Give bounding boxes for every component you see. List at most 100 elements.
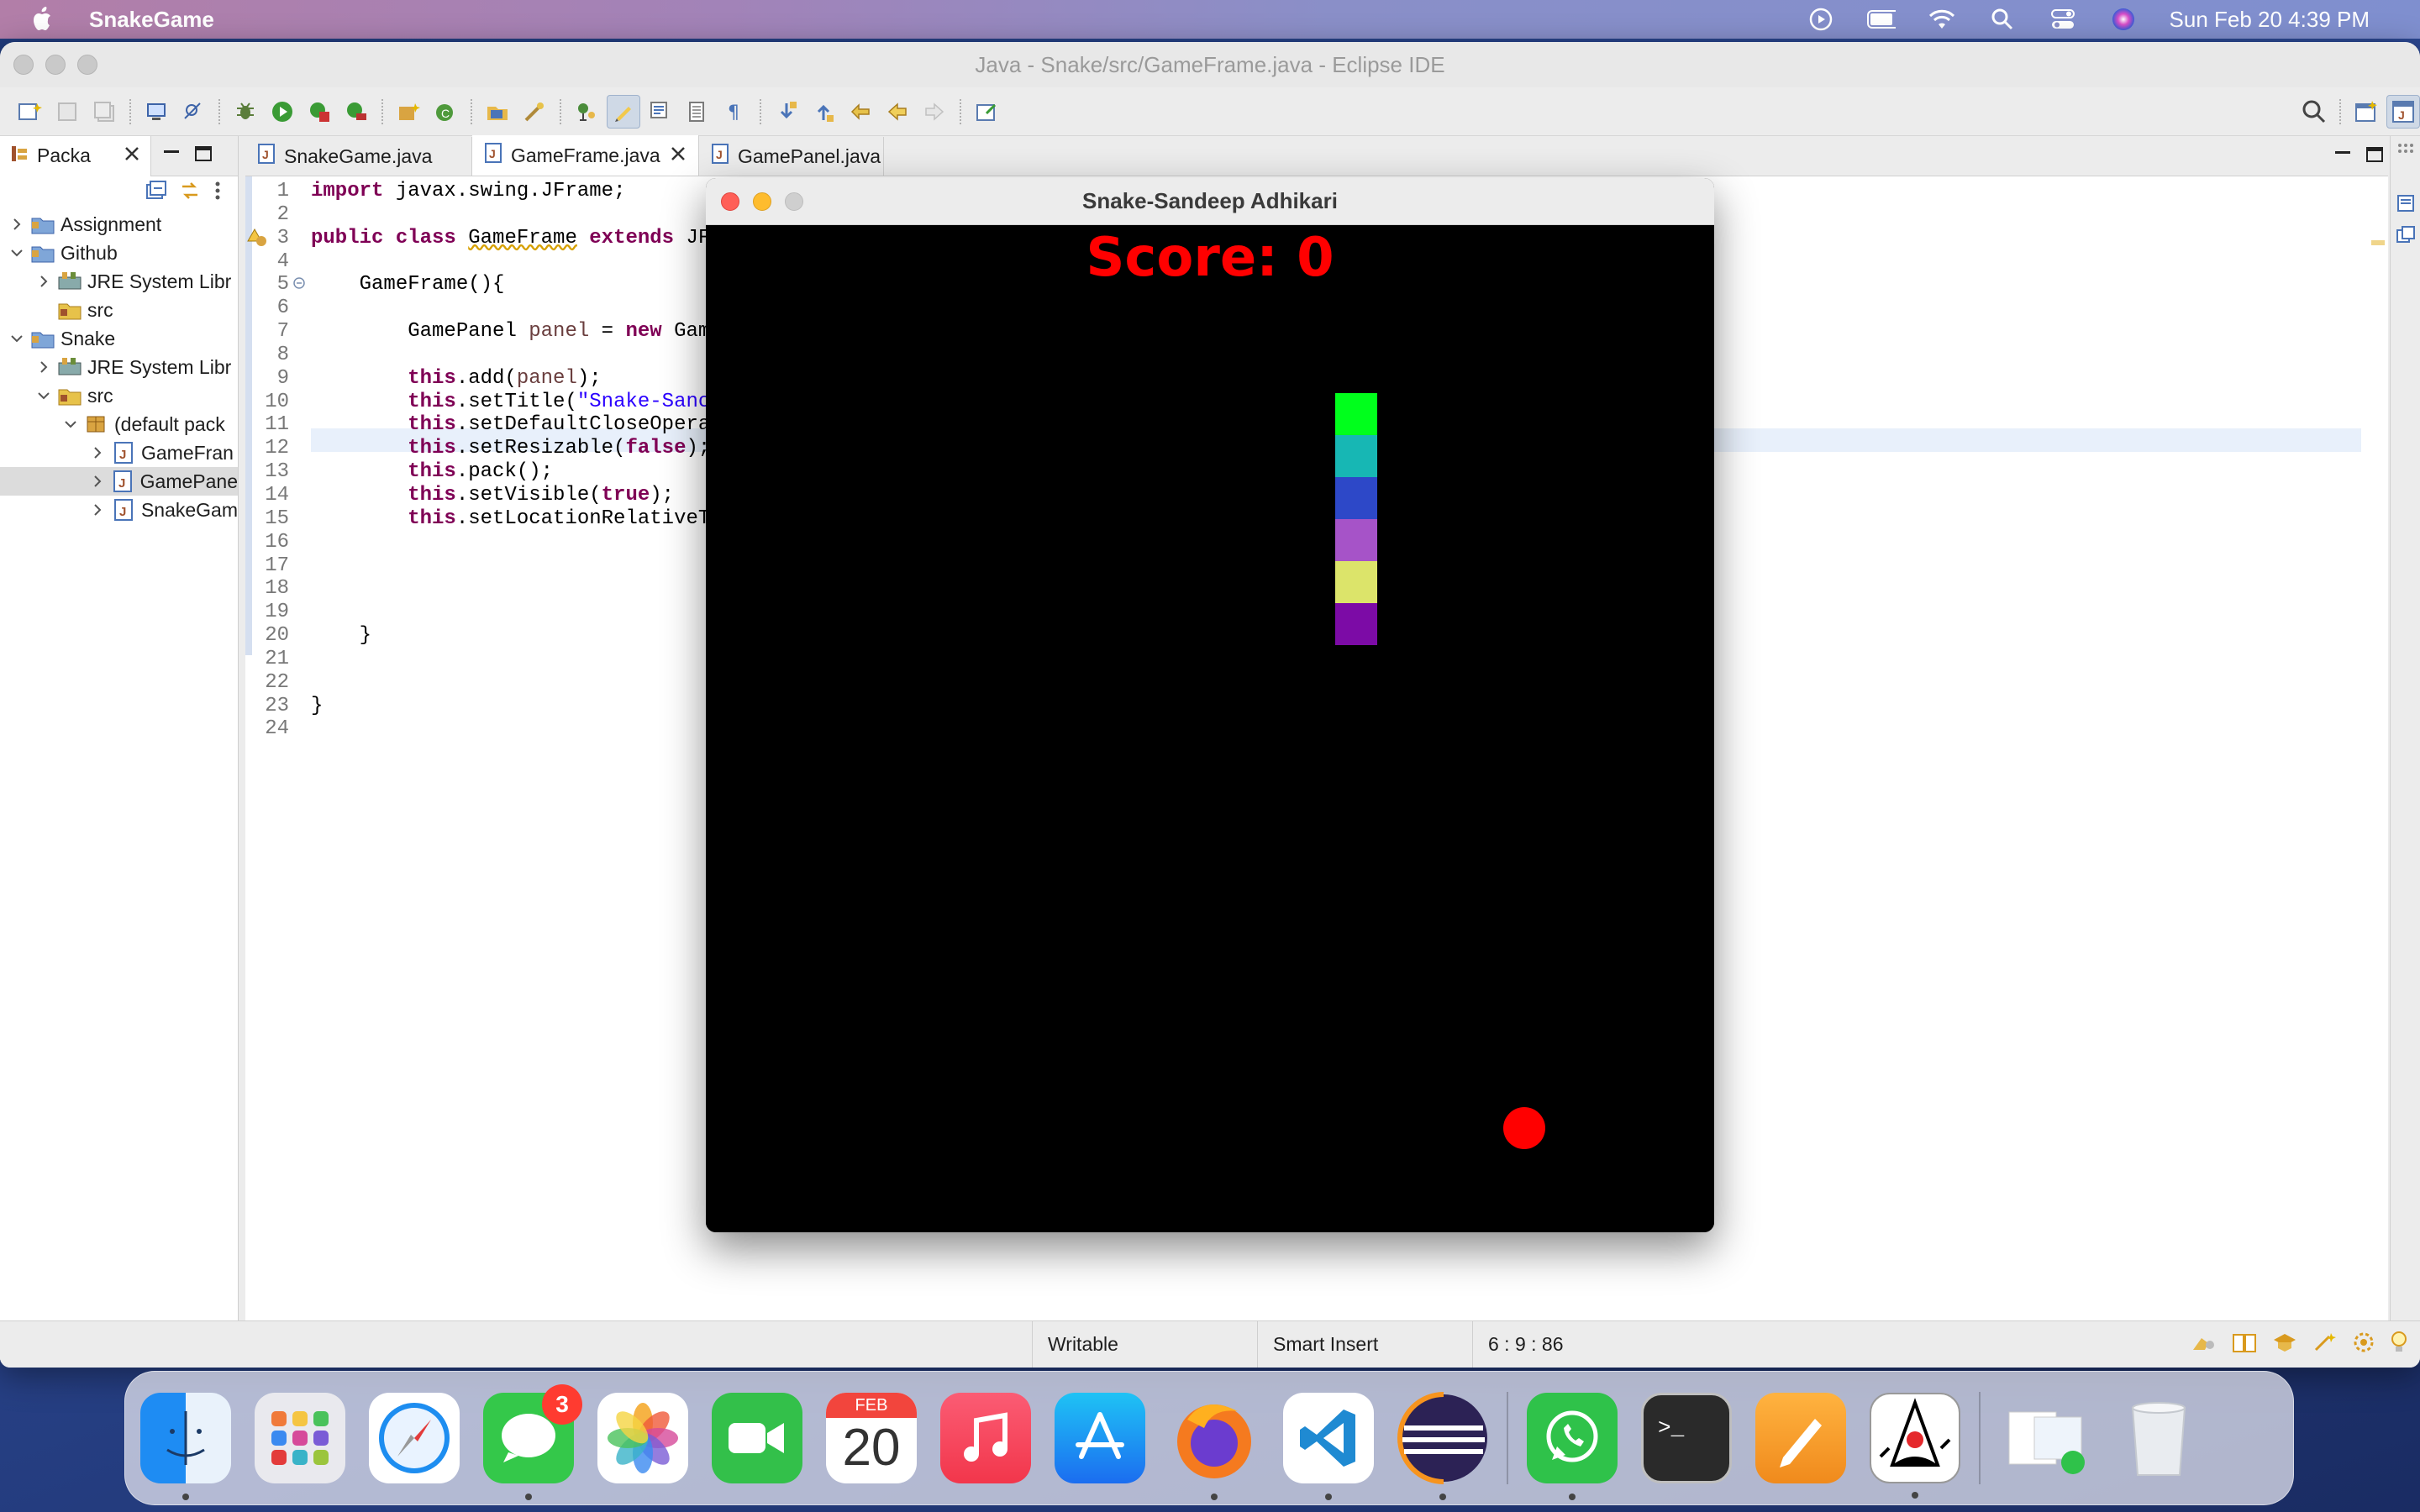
new-class-icon[interactable]: C	[429, 95, 462, 129]
tree-node[interactable]: Snake	[0, 324, 238, 353]
tree-node[interactable]: J SnakeGam	[0, 496, 238, 524]
last-edit-location-icon[interactable]	[844, 95, 877, 129]
chevron-right-icon[interactable]	[34, 357, 54, 377]
firefox-dock-icon[interactable]	[1169, 1393, 1260, 1500]
search-tasks-icon[interactable]	[518, 95, 551, 129]
outline-view-icon[interactable]	[2396, 193, 2416, 218]
book-icon[interactable]	[2232, 1331, 2257, 1358]
editor-tab[interactable]: J GamePanel.java	[699, 137, 884, 176]
menu-clock[interactable]: Sun Feb 20 4:39 PM	[2170, 7, 2370, 33]
overview-ruler-warning-marker[interactable]	[2371, 240, 2385, 245]
chevron-down-icon[interactable]	[34, 386, 54, 406]
minimize-view-icon[interactable]	[161, 144, 182, 169]
game-minimize-button[interactable]	[753, 192, 771, 211]
tree-node[interactable]: src	[0, 381, 238, 410]
tree-node[interactable]: src	[0, 296, 238, 324]
game-close-button[interactable]	[721, 192, 739, 211]
close-icon[interactable]	[124, 144, 140, 167]
collapse-all-icon[interactable]	[145, 180, 167, 207]
lightbulb-icon[interactable]	[2390, 1331, 2408, 1359]
settings-cog-icon[interactable]	[2353, 1331, 2375, 1358]
tip-icon[interactable]	[2312, 1331, 2338, 1358]
debug-icon[interactable]	[229, 95, 262, 129]
chevron-right-icon[interactable]	[7, 214, 27, 234]
terminal-dock-icon[interactable]: >_	[1641, 1393, 1732, 1483]
status-cursor-position[interactable]: 6 : 9 : 86	[1472, 1320, 1682, 1368]
chevron-right-icon[interactable]	[34, 271, 54, 291]
package-explorer-tab[interactable]: Packa	[0, 135, 151, 176]
launchpad-dock-icon[interactable]	[255, 1393, 345, 1483]
open-type-icon[interactable]	[481, 95, 514, 129]
external-tools-icon[interactable]	[339, 95, 373, 129]
music-dock-icon[interactable]	[940, 1393, 1031, 1483]
task-list-icon[interactable]	[2396, 225, 2416, 250]
tree-node[interactable]: (default pack	[0, 410, 238, 438]
chevron-down-icon[interactable]	[7, 328, 27, 349]
save-all-icon[interactable]	[87, 95, 121, 129]
java-perspective-icon[interactable]: J	[2386, 94, 2420, 129]
control-center-icon[interactable]	[2049, 7, 2077, 32]
toggle-block-selection-icon[interactable]	[644, 95, 677, 129]
editor-tab[interactable]: J SnakeGame.java	[245, 137, 472, 176]
calendar-dock-icon[interactable]: FEB 20	[826, 1393, 917, 1483]
chevron-right-icon[interactable]	[87, 500, 108, 520]
zoom-window-button[interactable]	[77, 55, 97, 75]
whatsapp-dock-icon[interactable]	[1527, 1393, 1618, 1500]
game-board[interactable]: Score: 0	[706, 225, 1714, 1232]
skip-breakpoints-icon[interactable]	[176, 95, 210, 129]
tree-node[interactable]: Github	[0, 239, 238, 267]
learn-icon[interactable]	[2272, 1331, 2297, 1358]
screen-record-icon[interactable]	[1807, 7, 1835, 32]
save-icon[interactable]	[50, 95, 84, 129]
new-icon[interactable]	[13, 95, 47, 129]
editor-tab[interactable]: J GameFrame.java	[472, 135, 699, 176]
chevron-right-icon[interactable]	[87, 471, 107, 491]
tree-node[interactable]: Assignment	[0, 210, 238, 239]
maximize-view-icon[interactable]	[193, 144, 213, 169]
next-annotation-icon[interactable]	[770, 95, 803, 129]
app-store-dock-icon[interactable]	[1055, 1393, 1145, 1483]
link-with-editor-icon[interactable]	[179, 180, 201, 207]
chevron-down-icon[interactable]	[60, 414, 81, 434]
siri-icon[interactable]	[2109, 7, 2138, 32]
messages-dock-icon[interactable]: 3	[483, 1384, 582, 1500]
pages-dock-icon[interactable]	[1755, 1393, 1846, 1483]
show-whitespace-icon[interactable]: ¶	[718, 95, 751, 129]
status-insert-mode[interactable]: Smart Insert	[1257, 1320, 1472, 1368]
java-duke-dock-icon[interactable]	[1870, 1393, 1960, 1499]
facetime-dock-icon[interactable]	[712, 1393, 802, 1483]
progress-icon[interactable]	[2191, 1331, 2217, 1358]
new-java-project-icon[interactable]	[392, 95, 425, 129]
vscode-dock-icon[interactable]	[1283, 1393, 1374, 1500]
maximize-editor-icon[interactable]	[2365, 144, 2385, 170]
menu-app-name[interactable]: SnakeGame	[89, 7, 214, 33]
back-icon[interactable]	[881, 95, 914, 129]
toggle-mark-occurrences-icon[interactable]	[607, 94, 640, 129]
minimize-window-button[interactable]	[45, 55, 66, 75]
coverage-icon[interactable]	[302, 95, 336, 129]
toggle-word-wrap-icon[interactable]	[681, 95, 714, 129]
toggle-ant-editor-icon[interactable]	[570, 95, 603, 129]
finder-dock-icon[interactable]	[140, 1393, 231, 1500]
fold-collapse-icon[interactable]	[292, 274, 306, 297]
view-menu-icon[interactable]	[2396, 141, 2416, 166]
photos-dock-icon[interactable]	[597, 1393, 688, 1483]
minimize-editor-icon[interactable]	[2333, 144, 2353, 170]
eclipse-dock-icon[interactable]	[1397, 1392, 1488, 1500]
apple-icon[interactable]	[30, 5, 55, 34]
view-menu-icon[interactable]	[213, 180, 223, 207]
open-terminal-icon[interactable]	[139, 95, 173, 129]
open-perspective-icon[interactable]	[2349, 95, 2383, 129]
tree-node[interactable]: J GameFran	[0, 438, 238, 467]
pin-editor-icon[interactable]	[970, 95, 1003, 129]
forward-icon[interactable]	[918, 95, 951, 129]
downloads-stack-dock-icon[interactable]	[1999, 1393, 2090, 1483]
close-window-button[interactable]	[13, 55, 34, 75]
spotlight-icon[interactable]	[1988, 7, 2017, 32]
close-tab-icon[interactable]	[670, 144, 687, 167]
chevron-down-icon[interactable]	[7, 243, 27, 263]
previous-annotation-icon[interactable]	[807, 95, 840, 129]
tree-node[interactable]: JRE System Libr	[0, 267, 238, 296]
tree-node[interactable]: J GamePane	[0, 467, 238, 496]
safari-dock-icon[interactable]	[369, 1393, 460, 1483]
